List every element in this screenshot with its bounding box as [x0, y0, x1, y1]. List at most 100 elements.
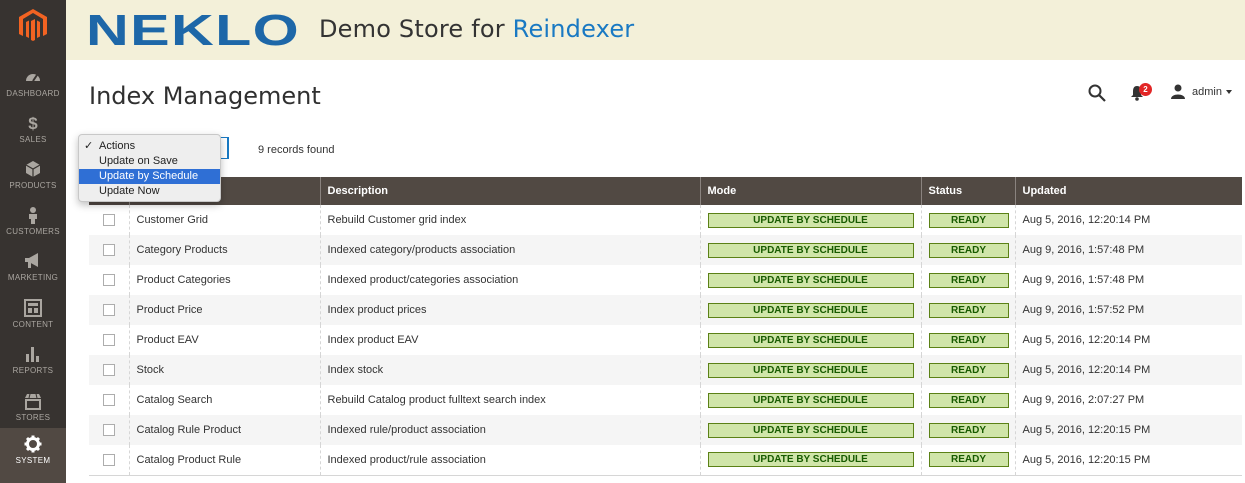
- gear-icon: [24, 435, 42, 453]
- status-cell: READY: [920, 325, 1015, 355]
- store-title-prefix: Demo Store for: [319, 15, 513, 43]
- mode-badge: UPDATE BY SCHEDULE: [707, 452, 914, 468]
- row-select-cell: [89, 205, 129, 235]
- mode-badge: UPDATE BY SCHEDULE: [707, 302, 914, 318]
- table-row[interactable]: Catalog Product Rule Indexed product/rul…: [89, 445, 1242, 476]
- menu-item-actions[interactable]: ✓ Actions: [79, 139, 220, 154]
- sidebar-item-label: PRODUCTS: [9, 181, 57, 190]
- sidebar-item-customers[interactable]: CUSTOMERS: [0, 200, 66, 246]
- mode-badge: UPDATE BY SCHEDULE: [707, 332, 914, 348]
- status-cell: READY: [920, 295, 1015, 325]
- store-title-accent: Reindexer: [512, 15, 635, 43]
- updated-cell: Aug 5, 2016, 12:20:14 PM: [1014, 355, 1242, 385]
- column-header-updated[interactable]: Updated: [1014, 177, 1242, 205]
- menu-item-label: Update by Schedule: [99, 170, 199, 182]
- updated-cell: Aug 5, 2016, 12:20:14 PM: [1014, 325, 1242, 355]
- row-checkbox[interactable]: [103, 394, 115, 407]
- sidebar-item-system[interactable]: SYSTEM: [0, 428, 66, 483]
- row-checkbox[interactable]: [103, 424, 115, 437]
- sidebar-item-sales[interactable]: $ SALES: [0, 108, 66, 154]
- mode-cell: UPDATE BY SCHEDULE: [699, 415, 921, 445]
- column-header-mode[interactable]: Mode: [699, 177, 921, 205]
- table-row[interactable]: Category Products Indexed category/produ…: [89, 235, 1242, 265]
- column-header-description[interactable]: Description: [319, 177, 700, 205]
- sidebar-item-label: CUSTOMERS: [6, 227, 60, 236]
- megaphone-icon: [25, 253, 38, 268]
- status-badge: READY: [928, 332, 1009, 348]
- menu-item-update-on-save[interactable]: Update on Save: [79, 154, 220, 169]
- mode-cell: UPDATE BY SCHEDULE: [699, 385, 921, 415]
- row-checkbox[interactable]: [103, 244, 115, 257]
- status-badge: READY: [928, 452, 1009, 468]
- chevron-down-icon[interactable]: [1226, 90, 1232, 94]
- row-checkbox[interactable]: [103, 334, 115, 347]
- table-row[interactable]: Catalog Rule Product Indexed rule/produc…: [89, 415, 1242, 445]
- column-header-status[interactable]: Status: [920, 177, 1015, 205]
- sidebar-item-label: SALES: [19, 135, 47, 144]
- description-cell: Index stock: [319, 355, 700, 385]
- cube-icon: [25, 161, 41, 177]
- sidebar-item-stores[interactable]: STORES: [0, 386, 66, 432]
- row-checkbox[interactable]: [103, 453, 115, 466]
- table-row[interactable]: Product Price Index product prices UPDAT…: [89, 295, 1242, 325]
- description-cell: Rebuild Customer grid index: [319, 205, 700, 235]
- admin-sidebar: DASHBOARD $ SALES PRODUCTS CUSTOMERS MAR…: [0, 0, 66, 483]
- layout-icon: [24, 299, 42, 317]
- sidebar-item-content[interactable]: CONTENT: [0, 293, 66, 339]
- indexer-cell: Product Categories: [128, 265, 320, 295]
- sidebar-item-reports[interactable]: REPORTS: [0, 339, 66, 385]
- menu-item-label: Actions: [99, 140, 136, 152]
- row-checkbox[interactable]: [103, 274, 115, 287]
- description-cell: Indexed product/categories association: [319, 265, 700, 295]
- bar-chart-icon: [26, 347, 39, 362]
- status-badge: READY: [928, 212, 1009, 228]
- menu-item-update-by-schedule[interactable]: Update by Schedule: [79, 169, 220, 184]
- row-select-cell: [89, 325, 129, 355]
- row-checkbox[interactable]: [103, 364, 115, 377]
- updated-cell: Aug 9, 2016, 1:57:48 PM: [1014, 235, 1242, 265]
- updated-cell: Aug 9, 2016, 2:07:27 PM: [1014, 385, 1242, 415]
- indexer-cell: Stock: [128, 355, 320, 385]
- row-select-cell: [89, 295, 129, 325]
- status-cell: READY: [920, 205, 1015, 235]
- sidebar-item-products[interactable]: PRODUCTS: [0, 154, 66, 200]
- status-badge: READY: [928, 362, 1009, 378]
- table-row[interactable]: Product EAV Index product EAV UPDATE BY …: [89, 325, 1242, 355]
- row-checkbox[interactable]: [103, 304, 115, 317]
- user-icon[interactable]: [1171, 84, 1185, 99]
- mode-cell: UPDATE BY SCHEDULE: [699, 205, 921, 235]
- status-cell: READY: [920, 445, 1015, 476]
- menu-item-label: Update Now: [99, 185, 160, 197]
- row-checkbox[interactable]: [103, 214, 115, 227]
- status-cell: READY: [920, 415, 1015, 445]
- status-badge: READY: [928, 272, 1009, 288]
- menu-item-update-now[interactable]: Update Now: [79, 184, 220, 199]
- records-found-count: 9 records found: [258, 144, 335, 156]
- actions-dropdown-menu: ✓ Actions Update on Save Update by Schedu…: [78, 134, 221, 202]
- sidebar-item-marketing[interactable]: MARKETING: [0, 246, 66, 292]
- indexer-cell: Catalog Product Rule: [128, 445, 320, 476]
- search-icon[interactable]: [1088, 84, 1106, 102]
- table-row[interactable]: Catalog Search Rebuild Catalog product f…: [89, 385, 1242, 415]
- person-icon: [29, 207, 37, 224]
- sidebar-item-label: MARKETING: [7, 273, 59, 282]
- table-row[interactable]: Customer Grid Rebuild Customer grid inde…: [89, 205, 1242, 235]
- mode-cell: UPDATE BY SCHEDULE: [699, 445, 921, 476]
- checkmark-icon: ✓: [84, 140, 94, 152]
- notification-count-badge[interactable]: 2: [1139, 83, 1152, 96]
- status-badge: READY: [928, 392, 1009, 408]
- table-row[interactable]: Stock Index stock UPDATE BY SCHEDULE REA…: [89, 355, 1242, 385]
- mode-badge: UPDATE BY SCHEDULE: [707, 272, 914, 288]
- mode-cell: UPDATE BY SCHEDULE: [699, 265, 921, 295]
- indexer-cell: Customer Grid: [128, 205, 320, 235]
- menu-item-label: Update on Save: [99, 155, 178, 167]
- table-row[interactable]: Product Categories Indexed product/categ…: [89, 265, 1242, 295]
- indexer-cell: Product EAV: [128, 325, 320, 355]
- sidebar-item-label: DASHBOARD: [6, 89, 60, 98]
- magento-logo-icon[interactable]: [18, 8, 48, 42]
- sidebar-item-dashboard[interactable]: DASHBOARD: [0, 62, 66, 108]
- user-menu-name[interactable]: admin: [1192, 86, 1222, 98]
- description-cell: Rebuild Catalog product fulltext search …: [319, 385, 700, 415]
- status-badge: READY: [928, 302, 1009, 318]
- description-cell: Index product prices: [319, 295, 700, 325]
